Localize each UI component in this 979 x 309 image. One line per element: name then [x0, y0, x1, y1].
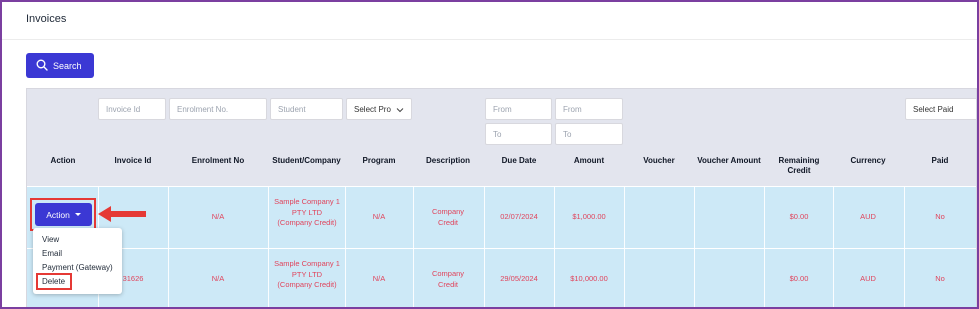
cell-description: Company Credit	[431, 207, 465, 227]
table-row: 31626 N/A Sample Company 1 PTY LTD (Comp…	[27, 249, 976, 307]
due-date-from-filter[interactable]: From	[485, 98, 552, 120]
cell-program: N/A	[372, 274, 386, 283]
cell-amount: $10,000.00	[570, 274, 608, 283]
invoices-table: Invoice Id Enrolment No. Student Select …	[26, 88, 977, 307]
delete-highlight-box	[36, 273, 72, 290]
menu-item-view[interactable]: View	[42, 235, 59, 244]
enrolment-no-filter[interactable]: Enrolment No.	[169, 98, 267, 120]
table-row: N/A Sample Company 1 PTY LTD (Company Cr…	[27, 187, 976, 248]
column-divider	[345, 187, 346, 307]
app-frame: Invoices Search Invoice Id Enrolment No.…	[0, 0, 979, 309]
col-due-date: Due Date	[501, 156, 537, 165]
action-dropdown-button[interactable]: Action	[35, 203, 92, 226]
page-title: Invoices	[26, 13, 67, 25]
col-remaining-credit: Remaining Credit	[778, 156, 820, 175]
page-header: Invoices	[2, 2, 977, 40]
menu-item-payment-gateway[interactable]: Payment (Gateway)	[42, 263, 113, 272]
search-button-label: Search	[53, 60, 82, 71]
amount-from-filter[interactable]: From	[555, 98, 623, 120]
cell-currency: AUD	[860, 212, 876, 221]
cell-program: N/A	[372, 212, 386, 221]
cell-paid: No	[935, 274, 945, 283]
cell-enrolment-no: N/A	[211, 274, 225, 283]
caret-down-icon	[74, 213, 81, 216]
column-divider	[624, 187, 625, 307]
col-invoice-id: Invoice Id	[114, 156, 152, 165]
column-divider	[904, 187, 905, 307]
col-amount: Amount	[573, 156, 605, 165]
column-divider	[554, 187, 555, 307]
col-enrolment-no: Enrolment No	[191, 156, 245, 165]
col-student-company: Student/Company	[272, 156, 341, 165]
amount-to-filter[interactable]: To	[555, 123, 623, 145]
column-divider	[268, 187, 269, 307]
cell-remaining-credit: $0.00	[789, 274, 809, 283]
program-select-value: Select Pro	[354, 104, 391, 114]
col-action: Action	[50, 156, 76, 165]
col-currency: Currency	[850, 156, 886, 165]
cell-student: Sample Company 1 PTY LTD (Company Credit…	[274, 197, 340, 227]
cell-amount: $1,000.00	[572, 212, 606, 221]
program-select[interactable]: Select Pro	[346, 98, 412, 120]
column-divider	[764, 187, 765, 307]
invoice-id-filter[interactable]: Invoice Id	[98, 98, 166, 120]
col-program: Program	[362, 156, 396, 165]
cell-remaining-credit: $0.00	[789, 212, 809, 221]
col-voucher: Voucher	[643, 156, 675, 165]
cell-paid: No	[935, 212, 945, 221]
column-divider	[694, 187, 695, 307]
cell-description: Company Credit	[431, 269, 465, 289]
cell-due-date: 29/05/2024	[500, 274, 538, 283]
cell-student: Sample Company 1 PTY LTD (Company Credit…	[274, 259, 340, 289]
paid-select[interactable]: Select Paid	[905, 98, 976, 120]
col-paid: Paid	[931, 156, 949, 165]
student-filter[interactable]: Student	[270, 98, 343, 120]
cell-enrolment-no: N/A	[211, 212, 225, 221]
chevron-down-icon	[396, 108, 404, 113]
cell-due-date: 02/07/2024	[500, 212, 538, 221]
column-divider	[484, 187, 485, 307]
search-button[interactable]: Search	[26, 53, 94, 78]
col-description: Description	[425, 156, 470, 165]
column-divider	[168, 187, 169, 307]
col-voucher-amount: Voucher Amount	[697, 156, 761, 165]
search-icon	[36, 59, 48, 73]
pointer-arrow-icon	[98, 206, 146, 222]
column-divider	[413, 187, 414, 307]
table-header: Invoice Id Enrolment No. Student Select …	[27, 89, 976, 186]
cell-currency: AUD	[860, 274, 876, 283]
column-divider	[833, 187, 834, 307]
action-button-label: Action	[46, 209, 70, 220]
menu-item-email[interactable]: Email	[42, 249, 62, 258]
due-date-to-filter[interactable]: To	[485, 123, 552, 145]
